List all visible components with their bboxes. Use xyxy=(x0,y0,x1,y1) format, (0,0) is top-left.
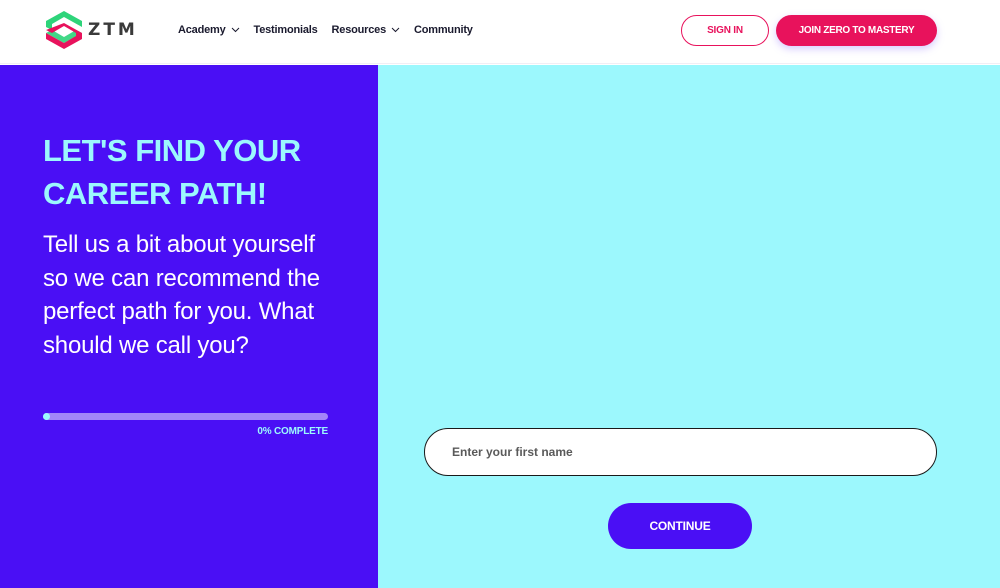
page-title-line2: CAREER PATH! xyxy=(43,176,267,211)
page-title-line1: LET'S FIND YOUR xyxy=(43,133,301,168)
nav-testimonials-label: Testimonials xyxy=(253,24,318,36)
nav-community-label: Community xyxy=(414,24,473,36)
sign-in-button[interactable]: SIGN IN xyxy=(681,15,769,46)
nav-academy-label: Academy xyxy=(178,24,226,36)
logo-text: ZTM xyxy=(88,20,138,40)
nav-community[interactable]: Community xyxy=(414,24,473,36)
first-name-input[interactable] xyxy=(424,428,937,476)
form-panel: CONTINUE xyxy=(378,65,1000,588)
page-title: LET'S FIND YOUR CAREER PATH! xyxy=(43,129,363,215)
ztm-logo[interactable]: ZTM xyxy=(42,9,138,51)
progress-label: 0% COMPLETE xyxy=(257,426,328,437)
progress-bar-fill xyxy=(43,413,50,420)
intro-panel: LET'S FIND YOUR CAREER PATH! Tell us a b… xyxy=(0,65,378,588)
main-nav: Academy Testimonials Resources Community xyxy=(178,24,487,36)
site-header: ZTM Academy Testimonials Resources Commu… xyxy=(0,0,1000,64)
join-zero-to-mastery-button[interactable]: JOIN ZERO TO MASTERY xyxy=(776,15,937,46)
nav-resources-label: Resources xyxy=(331,24,387,36)
nav-resources[interactable]: Resources xyxy=(332,24,400,36)
nav-academy[interactable]: Academy xyxy=(178,24,240,36)
progress-bar xyxy=(43,413,328,420)
chevron-down-icon xyxy=(231,27,239,33)
ztm-logo-icon xyxy=(46,11,82,49)
continue-button[interactable]: CONTINUE xyxy=(608,503,752,549)
chevron-down-icon xyxy=(391,27,400,33)
intro-text: Tell us a bit about yourself so we can r… xyxy=(43,231,320,359)
nav-testimonials[interactable]: Testimonials xyxy=(254,24,318,36)
